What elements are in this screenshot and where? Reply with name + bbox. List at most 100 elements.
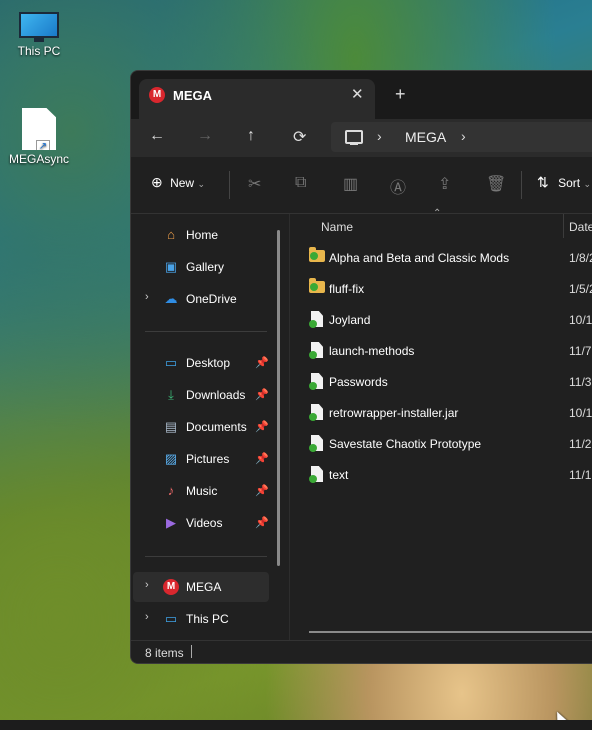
tab-mega[interactable]: M MEGA ✕ xyxy=(139,79,375,119)
file-row[interactable]: Passwords 11/3 xyxy=(307,367,592,397)
file-list: ⌃ Name Date Alpha and Beta and Classic M… xyxy=(291,208,592,640)
file-row[interactable]: Savestate Chaotix Prototype 11/2 xyxy=(307,429,592,459)
file-date: 10/1 xyxy=(569,406,592,420)
sort-button[interactable]: ⇅ Sort ⌄ xyxy=(537,174,591,191)
sidebar-item-desktop[interactable]: ▭ Desktop 📌 xyxy=(133,348,269,378)
delete-icon[interactable]: 🗑 xyxy=(486,174,506,194)
sidebar-item-label: Music xyxy=(186,484,218,498)
file-name: retrowrapper-installer.jar xyxy=(329,406,459,420)
sidebar-item-label: OneDrive xyxy=(186,292,237,306)
breadcrumb-chevron[interactable]: › xyxy=(461,128,466,144)
file-row[interactable]: fluff-fix 1/5/2 xyxy=(307,274,592,304)
file-row[interactable]: launch-methods 11/7 xyxy=(307,336,592,366)
desktop-icon-label: This PC xyxy=(17,44,61,58)
sidebar-item-mega[interactable]: › M MEGA xyxy=(133,572,269,602)
sidebar-item-this-pc[interactable]: › ▭ This PC xyxy=(133,604,269,634)
sidebar-item-home[interactable]: ⌂ Home xyxy=(133,220,269,250)
documents-icon: ▤ xyxy=(164,419,178,434)
file-name: Savestate Chaotix Prototype xyxy=(329,437,482,451)
chevron-right-icon[interactable]: › xyxy=(145,291,149,303)
desktop-icon-this-pc[interactable]: This PC xyxy=(8,12,70,58)
horizontal-scrollbar[interactable] xyxy=(309,631,592,633)
close-tab-button[interactable]: ✕ xyxy=(351,85,364,103)
column-header-date[interactable]: Date xyxy=(569,220,592,234)
sidebar-item-label: Documents xyxy=(186,420,247,434)
sidebar-item-label: Desktop xyxy=(186,356,231,370)
document-shortcut-icon: ↗ xyxy=(22,108,56,150)
mega-logo-icon: M xyxy=(163,579,179,595)
column-header-name[interactable]: Name xyxy=(321,220,353,234)
cut-icon[interactable]: ✂ xyxy=(248,174,261,194)
chevron-right-icon[interactable]: › xyxy=(145,611,149,623)
folder-synced-icon xyxy=(309,278,325,293)
file-row[interactable]: text 11/1 xyxy=(307,460,592,490)
item-count: 8 items xyxy=(145,646,184,660)
sidebar-item-downloads[interactable]: ⤓ Downloads 📌 xyxy=(133,380,269,410)
address-bar[interactable]: › MEGA › xyxy=(331,122,592,152)
file-row[interactable]: Alpha and Beta and Classic Mods 1/8/2 xyxy=(307,243,592,273)
file-date: 10/1 xyxy=(569,313,592,327)
file-date: 11/2 xyxy=(569,437,592,451)
sidebar-item-gallery[interactable]: ▣ Gallery xyxy=(133,252,269,282)
breadcrumb-chevron[interactable]: › xyxy=(377,128,382,144)
file-row[interactable]: retrowrapper-installer.jar 10/1 xyxy=(307,398,592,428)
pin-icon: 📌 xyxy=(255,389,269,401)
home-icon: ⌂ xyxy=(167,227,175,242)
desktop-icon-megasync[interactable]: ↗ MEGAsync xyxy=(8,108,70,166)
sidebar-item-documents[interactable]: ▤ Documents 📌 xyxy=(133,412,269,442)
sidebar-item-label: Gallery xyxy=(186,260,225,274)
file-date: 11/3 xyxy=(569,375,592,389)
refresh-button[interactable]: ⟳ xyxy=(293,127,306,147)
status-bar: 8 items xyxy=(131,640,592,663)
file-date: 11/1 xyxy=(569,468,592,482)
rename-icon[interactable]: Ⓐ xyxy=(390,174,406,198)
chevron-down-icon: ⌄ xyxy=(197,179,205,189)
folder-synced-icon xyxy=(309,247,325,262)
back-button[interactable]: ← xyxy=(149,127,165,145)
plus-circle-icon: ⊕ xyxy=(151,174,163,190)
title-bar: M MEGA ✕ + xyxy=(131,71,592,119)
file-name: fluff-fix xyxy=(329,282,365,296)
taskbar xyxy=(0,720,592,730)
navigation-pane: ⌂ Home ▣ Gallery › ☁ OneDrive ▭ Desktop … xyxy=(131,214,290,640)
pin-icon: 📌 xyxy=(255,421,269,433)
forward-button[interactable]: → xyxy=(197,127,213,145)
new-tab-button[interactable]: + xyxy=(395,84,406,105)
sidebar-item-label: Videos xyxy=(186,516,223,530)
music-icon: ♪ xyxy=(167,483,175,498)
file-name: launch-methods xyxy=(329,344,415,358)
videos-icon: ▶ xyxy=(166,515,176,530)
computer-icon: ▭ xyxy=(164,611,178,626)
up-button[interactable]: ↑ xyxy=(247,127,255,145)
navigation-bar: ← → ↑ ⟳ › MEGA › xyxy=(131,119,592,157)
file-date: 1/8/2 xyxy=(569,251,592,265)
sidebar-item-onedrive[interactable]: › ☁ OneDrive xyxy=(133,284,269,314)
copy-icon[interactable]: ⧉ xyxy=(295,174,306,192)
sidebar-item-pictures[interactable]: ▨ Pictures 📌 xyxy=(133,444,269,474)
breadcrumb-mega[interactable]: MEGA xyxy=(405,129,446,145)
file-name: Alpha and Beta and Classic Mods xyxy=(329,251,510,265)
new-label: New xyxy=(170,176,195,190)
pin-icon: 📌 xyxy=(255,485,269,497)
desktop-icon-label: MEGAsync xyxy=(8,152,69,166)
sidebar-item-label: Downloads xyxy=(186,388,246,402)
sidebar-item-label: This PC xyxy=(186,612,229,626)
paste-icon[interactable]: ▥ xyxy=(343,174,358,194)
sidebar-scrollbar[interactable] xyxy=(277,230,280,566)
sidebar-item-music[interactable]: ♪ Music 📌 xyxy=(133,476,269,506)
file-explorer-window: M MEGA ✕ + ← → ↑ ⟳ › MEGA › ⊕ New ⌄ ✂ ⧉ … xyxy=(130,70,592,664)
file-date: 11/7 xyxy=(569,344,592,358)
sidebar-item-videos[interactable]: ▶ Videos 📌 xyxy=(133,508,269,538)
monitor-icon xyxy=(19,12,59,42)
share-icon[interactable]: ⇪ xyxy=(438,174,451,194)
sidebar-item-label: Pictures xyxy=(186,452,230,466)
sidebar-item-label: MEGA xyxy=(186,580,222,594)
mega-logo-icon: M xyxy=(149,87,165,103)
file-row[interactable]: Joyland 10/1 xyxy=(307,305,592,335)
file-date: 1/5/2 xyxy=(569,282,592,296)
file-name: text xyxy=(329,468,349,482)
chevron-right-icon[interactable]: › xyxy=(145,579,149,591)
new-button[interactable]: ⊕ New ⌄ xyxy=(151,174,205,191)
command-bar: ⊕ New ⌄ ✂ ⧉ ▥ Ⓐ ⇪ 🗑 ⇅ Sort ⌄ xyxy=(131,157,592,214)
pictures-icon: ▨ xyxy=(164,451,178,466)
